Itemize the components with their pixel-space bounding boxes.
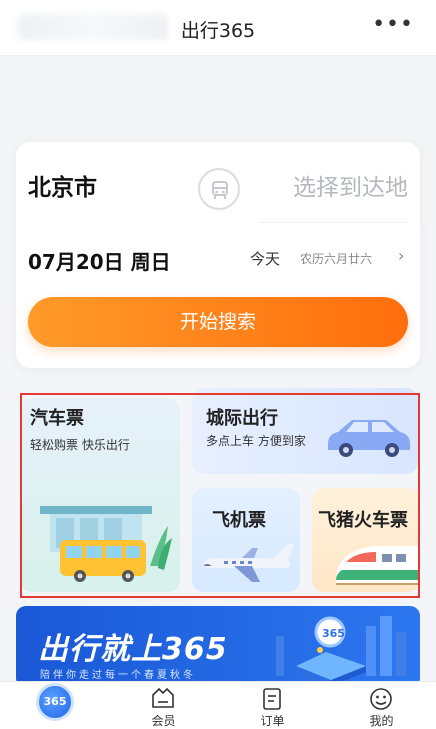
- banner-subtitle: 陪伴你走过每一个春夏秋冬: [40, 670, 196, 681]
- date-selector[interactable]: 07月20日 周日: [28, 246, 171, 275]
- city-illustration-icon: 365: [276, 616, 406, 688]
- page-title: 出行365: [180, 20, 256, 42]
- tab-member[interactable]: 会员: [109, 682, 218, 729]
- logo-text: 365: [43, 695, 67, 708]
- lunar-date: 农历六月廿六: [300, 252, 373, 266]
- more-menu-button[interactable]: •••: [372, 12, 414, 37]
- swap-icon: [212, 181, 228, 199]
- tab-member-label: 会员: [151, 714, 176, 728]
- member-icon: [152, 687, 174, 708]
- tab-home[interactable]: 365: [0, 682, 109, 729]
- app-logo-icon: 365: [36, 683, 74, 721]
- profile-icon: [370, 688, 392, 710]
- search-card: 北京市 选择到达地 07月20日 周日 今天 农历六月廿六 › 开始搜索: [16, 142, 420, 368]
- destination-input[interactable]: 选择到达地: [293, 168, 408, 202]
- orders-icon: [263, 688, 281, 710]
- from-city[interactable]: 北京市: [28, 168, 97, 202]
- svg-text:365: 365: [322, 627, 345, 640]
- tab-orders[interactable]: 订单: [218, 682, 327, 729]
- today-label: 今天: [250, 250, 281, 268]
- top-bar: 出行365 •••: [0, 0, 436, 56]
- tab-mine-label: 我的: [369, 714, 394, 728]
- swap-button[interactable]: [198, 168, 240, 210]
- tab-mine[interactable]: 我的: [327, 682, 436, 729]
- search-button[interactable]: 开始搜索: [28, 297, 408, 347]
- banner-title: 出行就上365: [38, 632, 228, 667]
- divider: [260, 222, 408, 223]
- promo-banner[interactable]: 出行就上365 陪伴你走过每一个春夏秋冬 365: [16, 606, 420, 688]
- selection-highlight: [20, 393, 420, 598]
- tab-orders-label: 订单: [260, 714, 285, 728]
- chevron-right-icon[interactable]: ›: [398, 246, 404, 265]
- bottom-tab-bar: 365 会员 订单 我的: [0, 681, 436, 729]
